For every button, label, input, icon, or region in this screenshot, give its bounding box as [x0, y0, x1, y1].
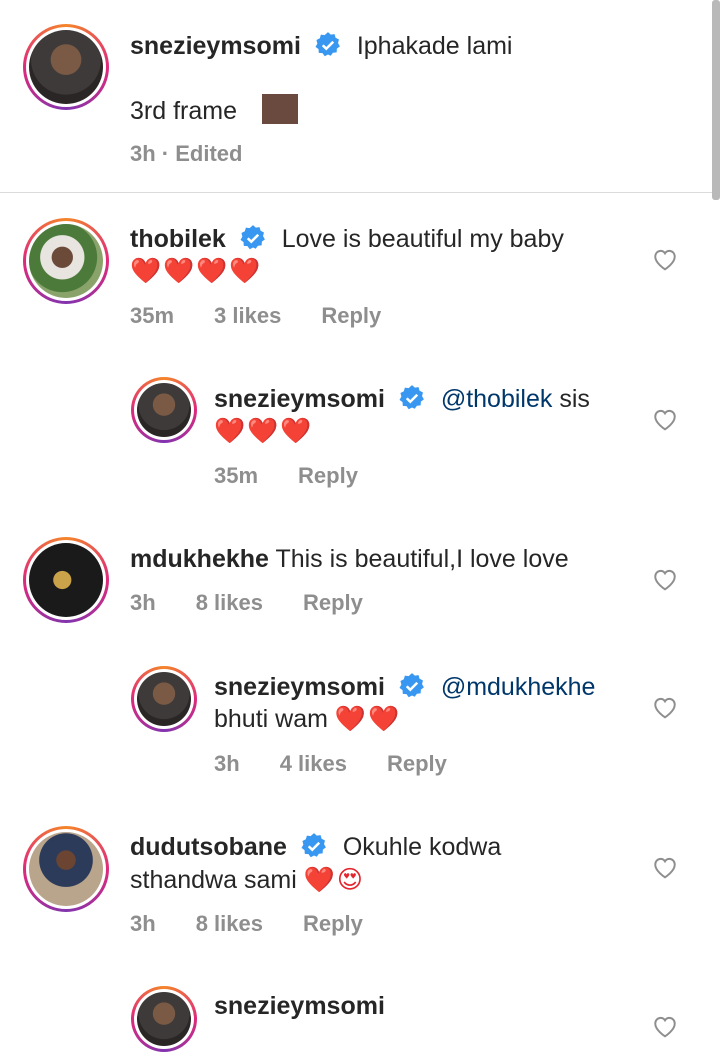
reply-button[interactable]: Reply — [303, 590, 363, 615]
reply-text: bhuti wam — [214, 705, 328, 733]
caption-username[interactable]: snezieymsomi — [130, 32, 301, 60]
comment-avatar[interactable] — [23, 218, 109, 304]
caption-text-line2: 3rd frame — [130, 97, 237, 125]
comment-username[interactable]: thobilek — [130, 225, 226, 253]
comment-line1: dudutsobane Okuhle kodwa — [130, 831, 501, 863]
comment-text: Love is beautiful my baby — [281, 225, 564, 253]
comment-line1: thobilek Love is beautiful my baby — [130, 223, 564, 255]
comment-avatar[interactable] — [23, 826, 109, 912]
reply-avatar[interactable] — [131, 986, 197, 1052]
heart-outline-icon[interactable] — [652, 855, 678, 879]
reply-likes[interactable]: 4 likes — [280, 751, 347, 776]
reply-avatar[interactable] — [131, 377, 197, 443]
verified-badge-icon — [399, 385, 424, 410]
caption-line2: 3rd frame — [130, 94, 298, 127]
mention-link[interactable]: @thobilek — [441, 385, 553, 413]
comment-time: 3h — [130, 911, 156, 936]
heart-outline-icon[interactable] — [652, 695, 678, 719]
caption-avatar[interactable] — [23, 24, 109, 110]
comment-time: 3h — [130, 590, 156, 615]
reply-emoji: ❤️❤️❤️ — [214, 417, 314, 445]
reply-username[interactable]: snezieymsomi — [214, 385, 385, 413]
heart-outline-icon[interactable] — [652, 567, 678, 591]
comment-username[interactable]: dudutsobane — [130, 833, 287, 861]
reply-line1: snezieymsomi @mdukhekhe — [214, 671, 595, 703]
comment-text: This is beautiful,I love love — [275, 545, 569, 573]
comment-likes[interactable]: 8 likes — [196, 590, 263, 615]
reply-button[interactable]: Reply — [298, 463, 358, 488]
reply-avatar[interactable] — [131, 666, 197, 732]
reply-username[interactable]: snezieymsomi — [214, 673, 385, 701]
comment-likes[interactable]: 3 likes — [214, 303, 281, 328]
verified-badge-icon — [399, 673, 424, 698]
reply-meta: 35m Reply — [214, 463, 398, 489]
heart-outline-icon[interactable] — [652, 407, 678, 431]
reply-time: 3h — [214, 751, 240, 776]
reply-username[interactable]: snezieymsomi — [214, 992, 385, 1020]
caption-text: Iphakade lami — [356, 32, 513, 60]
reply-button[interactable]: Reply — [321, 303, 381, 328]
heart-outline-icon[interactable] — [652, 247, 678, 271]
reply-line1: snezieymsomi — [214, 990, 385, 1022]
heart-outline-icon[interactable] — [652, 1014, 678, 1038]
verified-badge-icon — [315, 32, 340, 57]
comment-emoji: ❤️😍 — [303, 866, 365, 894]
reply-text: sis — [559, 385, 590, 413]
reply-emoji: ❤️❤️ — [334, 705, 402, 733]
comment-line1: mdukhekhe This is beautiful,I love love — [130, 543, 569, 575]
reply-button[interactable]: Reply — [387, 751, 447, 776]
comment-meta: 35m 3 likes Reply — [130, 303, 421, 329]
comment-text: Okuhle kodwa — [342, 833, 502, 861]
reply-meta: 3h 4 likes Reply — [214, 751, 487, 777]
comment-username[interactable]: mdukhekhe — [130, 545, 269, 573]
reply-line2: bhuti wam ❤️❤️ — [214, 703, 401, 735]
comment-meta: 3h 8 likes Reply — [130, 590, 403, 616]
scrollbar[interactable] — [712, 0, 720, 200]
caption-meta: 3h · Edited — [130, 141, 282, 167]
comment-likes[interactable]: 8 likes — [196, 911, 263, 936]
mention-link[interactable]: @mdukhekhe — [441, 673, 596, 701]
reply-button[interactable]: Reply — [303, 911, 363, 936]
reply-time: 35m — [214, 463, 259, 488]
comment-avatar[interactable] — [23, 537, 109, 623]
caption-time: 3h · Edited — [130, 141, 243, 166]
divider — [0, 192, 712, 193]
verified-badge-icon — [240, 225, 265, 250]
comment-meta: 3h 8 likes Reply — [130, 911, 403, 937]
caption-line1: snezieymsomi Iphakade lami — [130, 30, 512, 62]
comment-line2: sthandwa sami ❤️😍 — [130, 864, 365, 896]
reply-line1: snezieymsomi @thobilek sis — [214, 383, 590, 415]
comment-emoji: ❤️❤️❤️❤️ — [130, 257, 263, 285]
comment-text-line2: sthandwa sami — [130, 866, 297, 894]
verified-badge-icon — [301, 833, 326, 858]
comment-time: 35m — [130, 303, 175, 328]
emoji-placeholder — [261, 94, 298, 124]
